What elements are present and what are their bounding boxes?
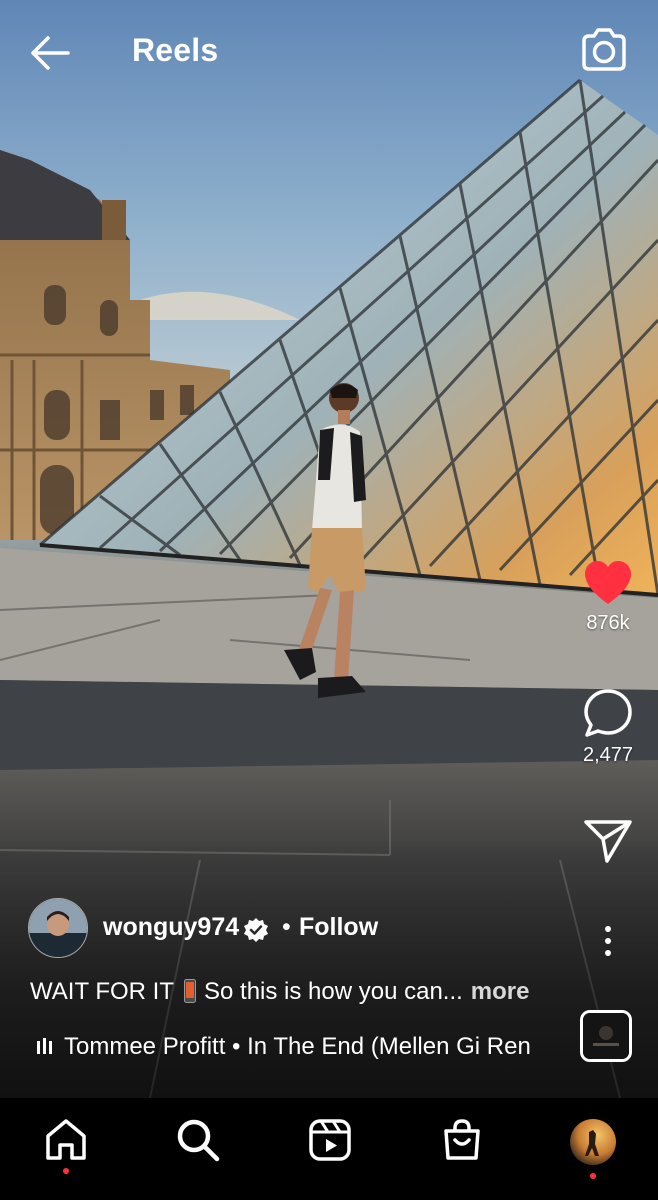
search-icon[interactable] xyxy=(174,1116,222,1164)
audio-bars-icon xyxy=(37,1038,52,1054)
comment-bubble-icon xyxy=(584,689,632,737)
home-icon[interactable] xyxy=(42,1116,90,1164)
follow-button[interactable]: Follow xyxy=(299,913,378,942)
caption-text-start: WAIT FOR IT xyxy=(30,978,174,1005)
profile-notification-dot xyxy=(590,1173,596,1179)
caption-more-link[interactable]: more xyxy=(471,978,530,1005)
audio-cover-art xyxy=(583,1013,629,1059)
bottom-navigation xyxy=(0,1098,658,1200)
share-button[interactable] xyxy=(578,818,638,864)
comment-button[interactable]: 2,477 xyxy=(578,688,638,767)
heart-icon xyxy=(585,561,631,604)
profile-avatar[interactable] xyxy=(569,1118,617,1166)
home-notification-dot xyxy=(63,1168,69,1174)
vertical-ellipsis-icon[interactable] xyxy=(596,922,620,962)
reel-caption[interactable]: WAIT FOR IT So this is how you can... mor… xyxy=(30,978,529,1006)
audio-track-label: Tommee Profitt • In The End (Mellen Gi R… xyxy=(64,1033,531,1060)
author-username[interactable]: wonguy974 xyxy=(103,913,239,942)
paper-plane-icon xyxy=(584,820,632,863)
mobile-phone-emoji-icon xyxy=(184,979,196,1003)
caption-text-rest: So this is how you can... xyxy=(204,978,463,1005)
like-button[interactable]: 876k xyxy=(578,560,638,635)
audio-cover-thumbnail[interactable] xyxy=(580,1010,632,1062)
camera-icon[interactable] xyxy=(578,24,630,76)
comment-count: 2,477 xyxy=(582,744,634,766)
verified-badge-icon xyxy=(244,918,268,942)
reels-icon[interactable] xyxy=(306,1116,354,1164)
audio-track[interactable]: Tommee Profitt • In The End (Mellen Gi R… xyxy=(36,1033,556,1061)
author-avatar[interactable] xyxy=(28,898,88,958)
avatar-image xyxy=(29,899,87,957)
follow-separator: • xyxy=(282,913,291,941)
arrow-left-icon[interactable] xyxy=(28,30,74,76)
page-title: Reels xyxy=(132,32,219,68)
shop-icon[interactable] xyxy=(438,1116,486,1164)
like-count: 876k xyxy=(586,612,630,634)
